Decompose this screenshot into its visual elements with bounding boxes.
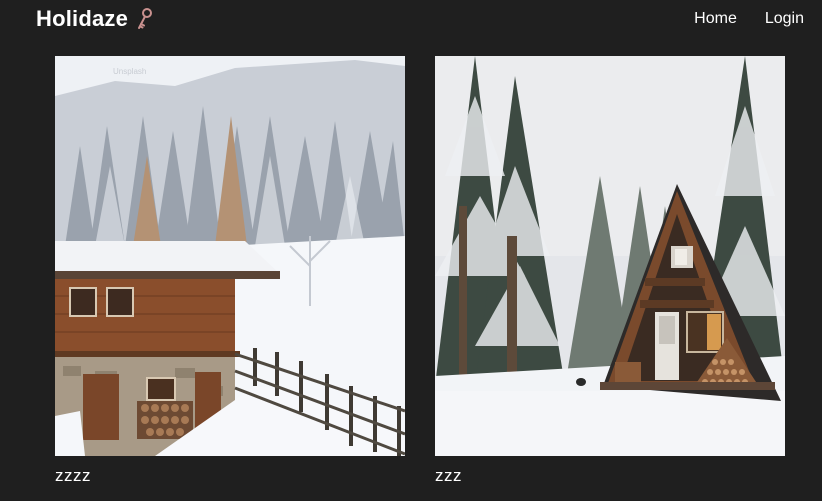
navbar: Holidaze Home Login xyxy=(0,0,822,40)
nav-login-link[interactable]: Login xyxy=(765,10,804,28)
venue-card[interactable]: Unsplash zzzz xyxy=(55,56,405,486)
unsplash-watermark: Unsplash xyxy=(113,67,146,76)
brand-name: Holidaze xyxy=(36,6,129,31)
brand-logo-link[interactable]: Holidaze xyxy=(36,6,154,32)
nav-links: Home Login xyxy=(694,10,804,28)
venue-image[interactable] xyxy=(435,56,785,456)
nav-home-link[interactable]: Home xyxy=(694,10,737,28)
venue-image[interactable]: Unsplash xyxy=(55,56,405,456)
venue-title[interactable]: zzz xyxy=(435,466,785,486)
venue-title[interactable]: zzzz xyxy=(55,466,405,486)
key-icon xyxy=(138,8,153,29)
venue-card[interactable]: zzz xyxy=(435,56,785,486)
